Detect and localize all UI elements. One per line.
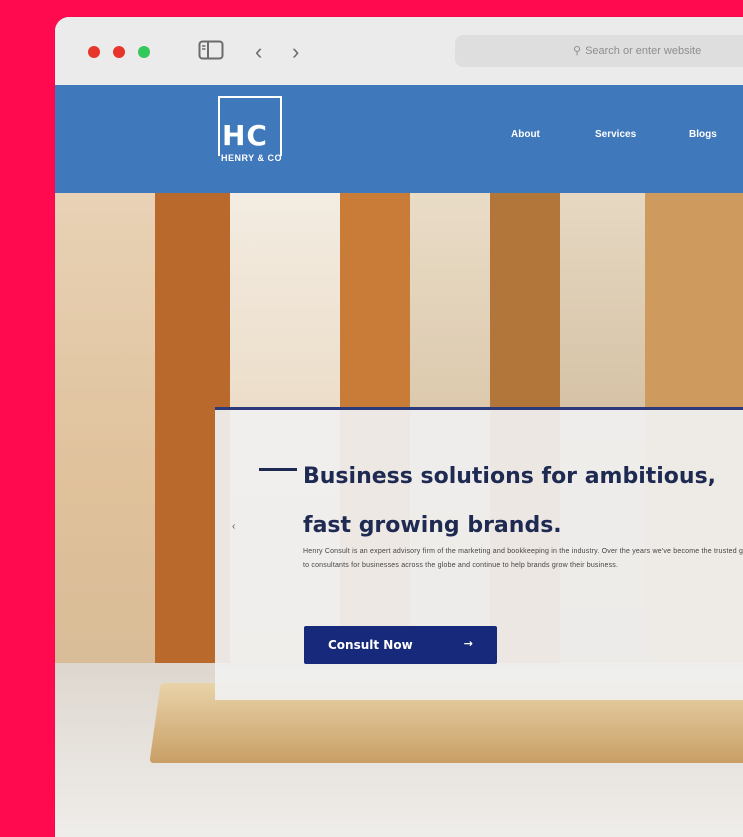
consult-now-label: Consult Now <box>328 638 413 652</box>
nav-link-about[interactable]: About <box>511 129 540 140</box>
arrow-right-icon: → <box>463 637 473 650</box>
hero-background-photo <box>55 193 155 713</box>
hero-description: Henry Consult is an expert advisory firm… <box>303 548 743 569</box>
headline-rule <box>259 468 297 471</box>
forward-arrow-icon[interactable]: › <box>292 39 310 65</box>
hero-headline: Business solutions for ambitious, fast g… <box>303 464 717 538</box>
site-logo[interactable]: HC HENRY & CO <box>218 96 286 180</box>
logo-letters: HC <box>222 119 268 152</box>
close-window-button[interactable] <box>88 46 100 58</box>
search-icon: ⚲ <box>573 45 582 57</box>
sidebar-toggle-icon[interactable] <box>198 39 224 65</box>
browser-titlebar: ‹ › ⚲ Search or enter website <box>55 17 743 86</box>
consult-now-button[interactable]: Consult Now → <box>304 626 497 664</box>
minimize-window-button[interactable] <box>113 46 125 58</box>
hero-card: ‹ Business solutions for ambitious, fast… <box>215 407 743 700</box>
browser-window: ‹ › ⚲ Search or enter website HC HENRY & … <box>55 17 743 837</box>
address-placeholder: Search or enter website <box>585 45 702 57</box>
address-bar[interactable]: ⚲ Search or enter website <box>455 35 743 67</box>
maximize-window-button[interactable] <box>138 46 150 58</box>
carousel-prev-icon[interactable]: ‹ <box>232 521 235 532</box>
back-arrow-icon[interactable]: ‹ <box>255 39 273 65</box>
nav-link-services[interactable]: Services <box>595 129 636 140</box>
nav-link-blogs[interactable]: Blogs <box>689 129 717 140</box>
logo-subtitle: HENRY & CO <box>221 153 283 163</box>
site-header: HC HENRY & CO About Services Blogs <box>55 85 743 193</box>
